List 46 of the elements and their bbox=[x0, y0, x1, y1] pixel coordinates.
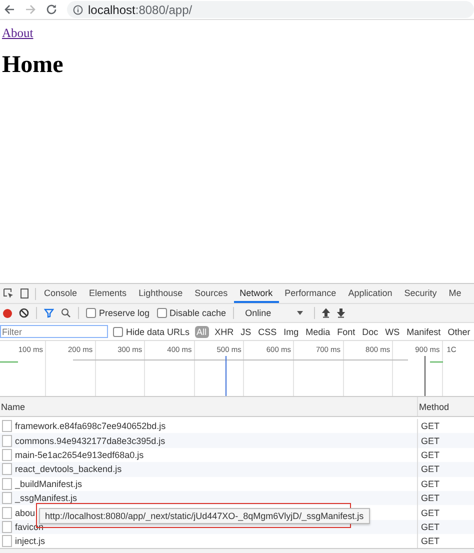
type-filter[interactable]: Doc bbox=[361, 326, 380, 336]
request-name[interactable]: _buildManifest.js bbox=[15, 478, 82, 489]
request-method: GET bbox=[420, 506, 440, 520]
filter-field[interactable]: Filter bbox=[0, 325, 108, 338]
url-tooltip: http://localhost:8080/app/_next/static/jUd447XO-_8qMgm6VlyjD/_ssgManifest.js bbox=[39, 508, 370, 524]
request-name[interactable]: main-5e1ac2654e913edf68a0.js bbox=[15, 450, 144, 460]
type-filter[interactable]: CSS bbox=[257, 326, 278, 336]
devtools-tab[interactable]: Security bbox=[398, 284, 443, 303]
devtools-tab[interactable]: Console bbox=[38, 284, 84, 303]
column-header[interactable]: Method bbox=[418, 397, 450, 416]
page-heading: Home bbox=[2, 52, 64, 79]
type-filter[interactable]: Img bbox=[282, 326, 300, 336]
devtools-tab[interactable]: Performance bbox=[278, 284, 342, 303]
throttling-dropdown[interactable]: Online bbox=[241, 308, 308, 318]
type-filter[interactable]: Manifest bbox=[406, 326, 442, 336]
request-name[interactable]: inject.js bbox=[15, 536, 46, 546]
devtools-tab[interactable]: Elements bbox=[83, 284, 133, 303]
request-method: GET bbox=[420, 448, 440, 462]
type-filter[interactable]: Other bbox=[446, 326, 472, 336]
devtools-tab[interactable]: Application bbox=[342, 284, 398, 303]
request-name[interactable]: abou bbox=[15, 508, 36, 518]
hide-data-urls-label[interactable]: Hide data URLs bbox=[126, 326, 190, 336]
about-link[interactable]: About bbox=[2, 26, 34, 40]
request-name[interactable]: framework.e84fa698c7ee940652bd.js bbox=[15, 421, 166, 432]
request-method: GET bbox=[420, 463, 440, 476]
request-method: GET bbox=[420, 492, 440, 506]
address-bar[interactable]: localhost:8080/app/ bbox=[67, 1, 474, 18]
type-filter[interactable]: Media bbox=[304, 326, 332, 336]
preserve-log-label[interactable]: Preserve log bbox=[99, 308, 150, 318]
devtools-tab[interactable]: Sources bbox=[188, 284, 234, 303]
request-name[interactable]: _ssgManifest.js bbox=[15, 493, 78, 504]
devtools-tab[interactable]: Lighthouse bbox=[132, 284, 189, 303]
request-name[interactable]: react_devtools_backend.js bbox=[15, 464, 122, 474]
request-method: GET bbox=[420, 535, 440, 548]
request-name[interactable]: commons.94e9432177da8e3c395d.js bbox=[15, 436, 166, 446]
devtools-tab[interactable]: Me bbox=[442, 284, 468, 303]
request-method: GET bbox=[420, 434, 440, 448]
request-method: GET bbox=[420, 478, 440, 491]
type-filter[interactable]: JS bbox=[240, 326, 252, 336]
type-filter[interactable]: XHR bbox=[214, 326, 235, 336]
type-filter[interactable]: Font bbox=[336, 326, 356, 336]
column-header[interactable]: Name bbox=[0, 397, 418, 416]
request-method: GET bbox=[420, 520, 440, 534]
type-filter[interactable]: WS bbox=[384, 326, 401, 336]
request-method: GET bbox=[420, 420, 440, 434]
disable-cache-label[interactable]: Disable cache bbox=[170, 308, 226, 318]
